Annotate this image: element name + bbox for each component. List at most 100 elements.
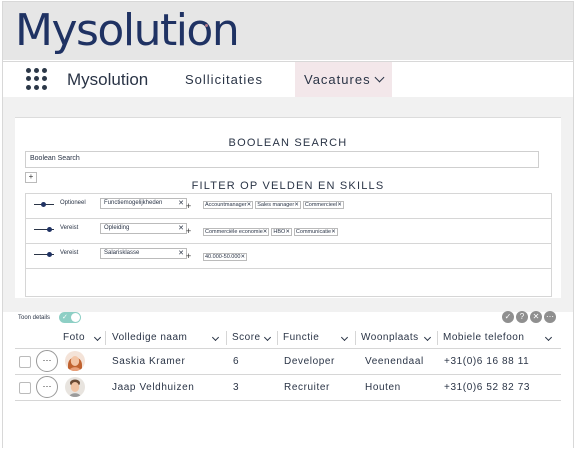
filter-field-value: Functiemogelijkheden [104,200,163,206]
close-icon[interactable]: ✕ [178,249,184,258]
more-icon[interactable]: ⋯ [544,311,556,323]
column-header-function[interactable]: Functie [283,328,351,348]
filter-mode: Vereist [60,225,79,231]
cell-name[interactable]: Saskia Kramer [112,349,185,374]
column-header-city[interactable]: Woonplaats [361,328,435,348]
table-row[interactable]: ⋯ Saskia Kramer 6 Developer Veenendaal +… [15,349,561,375]
filter-mode: Vereist [60,250,79,256]
filter-chips: Accountmanager✕ Sales manager✕ Commercie… [203,201,344,209]
cell-name[interactable]: Jaap Veldhuizen [112,375,194,400]
row-more-button[interactable]: ⋯ [36,376,58,398]
weight-slider[interactable] [34,227,54,232]
column-header-score[interactable]: Score [232,328,276,348]
close-icon[interactable]: ✕ [530,311,542,323]
nav-item-sollicitaties[interactable]: Sollicitaties [185,62,263,97]
add-value-button[interactable]: + [186,201,191,211]
filter-chip[interactable]: Commerciële economie✕ [203,228,270,236]
close-icon[interactable]: ✕ [331,229,336,235]
column-divider [437,331,438,345]
nav-item-label: Vacatures [304,72,371,87]
slider-knob[interactable] [41,202,46,207]
close-icon[interactable]: ✕ [247,202,252,208]
filter-mode: Optioneel [60,200,86,206]
filter-chip[interactable]: Accountmanager✕ [203,201,254,209]
column-label: Mobiele telefoon [443,332,525,343]
filter-field-select[interactable]: Opleiding ✕ [100,223,187,234]
toggle-details-label: Toon details [18,315,51,321]
top-navigation: Mysolution Sollicitaties Vacatures [3,61,573,98]
filter-row: Vereist Opleiding ✕ + Commerciële economi… [26,219,551,244]
close-icon[interactable]: ✕ [178,224,184,233]
details-toggle[interactable]: ✓ [59,312,81,323]
chevron-down-icon [263,333,272,342]
table-row[interactable]: ⋯ Jaap Veldhuizen 3 Recruiter Houten +31… [15,375,561,401]
filter-chip[interactable]: Commercieel✕ [302,201,344,209]
cell-phone: +31(0)6 16 88 11 [444,356,530,367]
filter-table: Optioneel Functiemogelijkheden ✕ + Accoun… [25,193,552,297]
close-icon[interactable]: ✕ [294,202,299,208]
weight-slider[interactable] [34,252,54,257]
cell-score: 6 [233,356,240,367]
nav-item-label: Sollicitaties [185,72,264,87]
chevron-down-icon [374,72,385,83]
nav-brand-name[interactable]: Mysolution [67,70,148,90]
cell-phone: +31(0)6 52 82 73 [444,382,531,393]
chip-label: Communicatie [295,229,332,235]
chip-label: Commerciële economie [205,229,263,235]
filter-field-select[interactable]: Salarisklasse ✕ [100,248,187,259]
column-header-foto[interactable]: Foto [63,328,102,348]
filter-chip[interactable]: Communicatie✕ [293,228,338,236]
close-icon[interactable]: ✕ [178,199,184,208]
boolean-search-input[interactable]: Boolean Search [25,151,539,168]
filter-row: Optioneel Functiemogelijkheden ✕ + Accoun… [26,194,551,219]
filter-field-value: Opleiding [104,225,130,231]
filter-field-value: Salarisklasse [104,250,140,256]
column-label: Woonplaats [361,332,419,343]
nav-item-vacatures[interactable]: Vacatures [295,62,392,97]
chip-label: 40.000-50.000 [205,254,241,260]
close-icon[interactable]: ✕ [337,202,342,208]
column-label: Foto [63,332,86,343]
weight-slider[interactable] [34,202,54,207]
boolean-search-title: BOOLEAN SEARCH [228,137,348,149]
avatar [65,351,85,371]
filter-chips: 40.000-50.000✕ [203,253,248,261]
chip-label: Sales manager [257,202,295,208]
search-panel: BOOLEAN SEARCH Boolean Search + FILTER O… [15,117,561,298]
filter-title: FILTER OP VELDEN EN SKILLS [191,180,385,192]
add-value-button[interactable]: + [186,251,191,261]
close-icon[interactable]: ✕ [285,229,290,235]
cell-function: Recruiter [284,382,330,393]
column-label: Score [232,332,261,343]
row-checkbox[interactable] [19,382,31,394]
avatar [65,377,85,397]
add-value-button[interactable]: + [186,226,191,236]
logo-mark-dot [205,24,208,27]
row-more-button[interactable]: ⋯ [36,350,58,372]
chevron-down-icon [340,333,349,342]
check-icon[interactable]: ✓ [502,311,514,323]
chevron-down-icon [211,333,220,342]
slider-knob[interactable] [47,252,52,257]
column-label: Functie [283,332,320,343]
cell-function: Developer [284,356,335,367]
chevron-down-icon [423,333,432,342]
mysolution-logo: Mysolution [15,5,240,56]
column-divider [226,331,227,345]
filter-chip[interactable]: Sales manager✕ [255,201,301,209]
close-icon[interactable]: ✕ [240,254,245,260]
chip-label: Accountmanager [205,202,247,208]
filter-chip[interactable]: 40.000-50.000✕ [203,253,248,261]
column-header-name[interactable]: Volledige naam [112,328,222,348]
app-grid-icon[interactable] [26,68,48,90]
slider-knob[interactable] [47,227,52,232]
close-icon[interactable]: ✕ [263,229,268,235]
chip-label: Commercieel [304,202,338,208]
column-header-phone[interactable]: Mobiele telefoon [443,328,555,348]
toggle-knob [71,313,80,322]
help-icon[interactable]: ? [516,311,528,323]
filter-chip[interactable]: HBO✕ [271,228,292,236]
row-checkbox[interactable] [19,356,31,368]
check-icon: ✓ [62,314,68,321]
filter-field-select[interactable]: Functiemogelijkheden ✕ [100,198,187,209]
